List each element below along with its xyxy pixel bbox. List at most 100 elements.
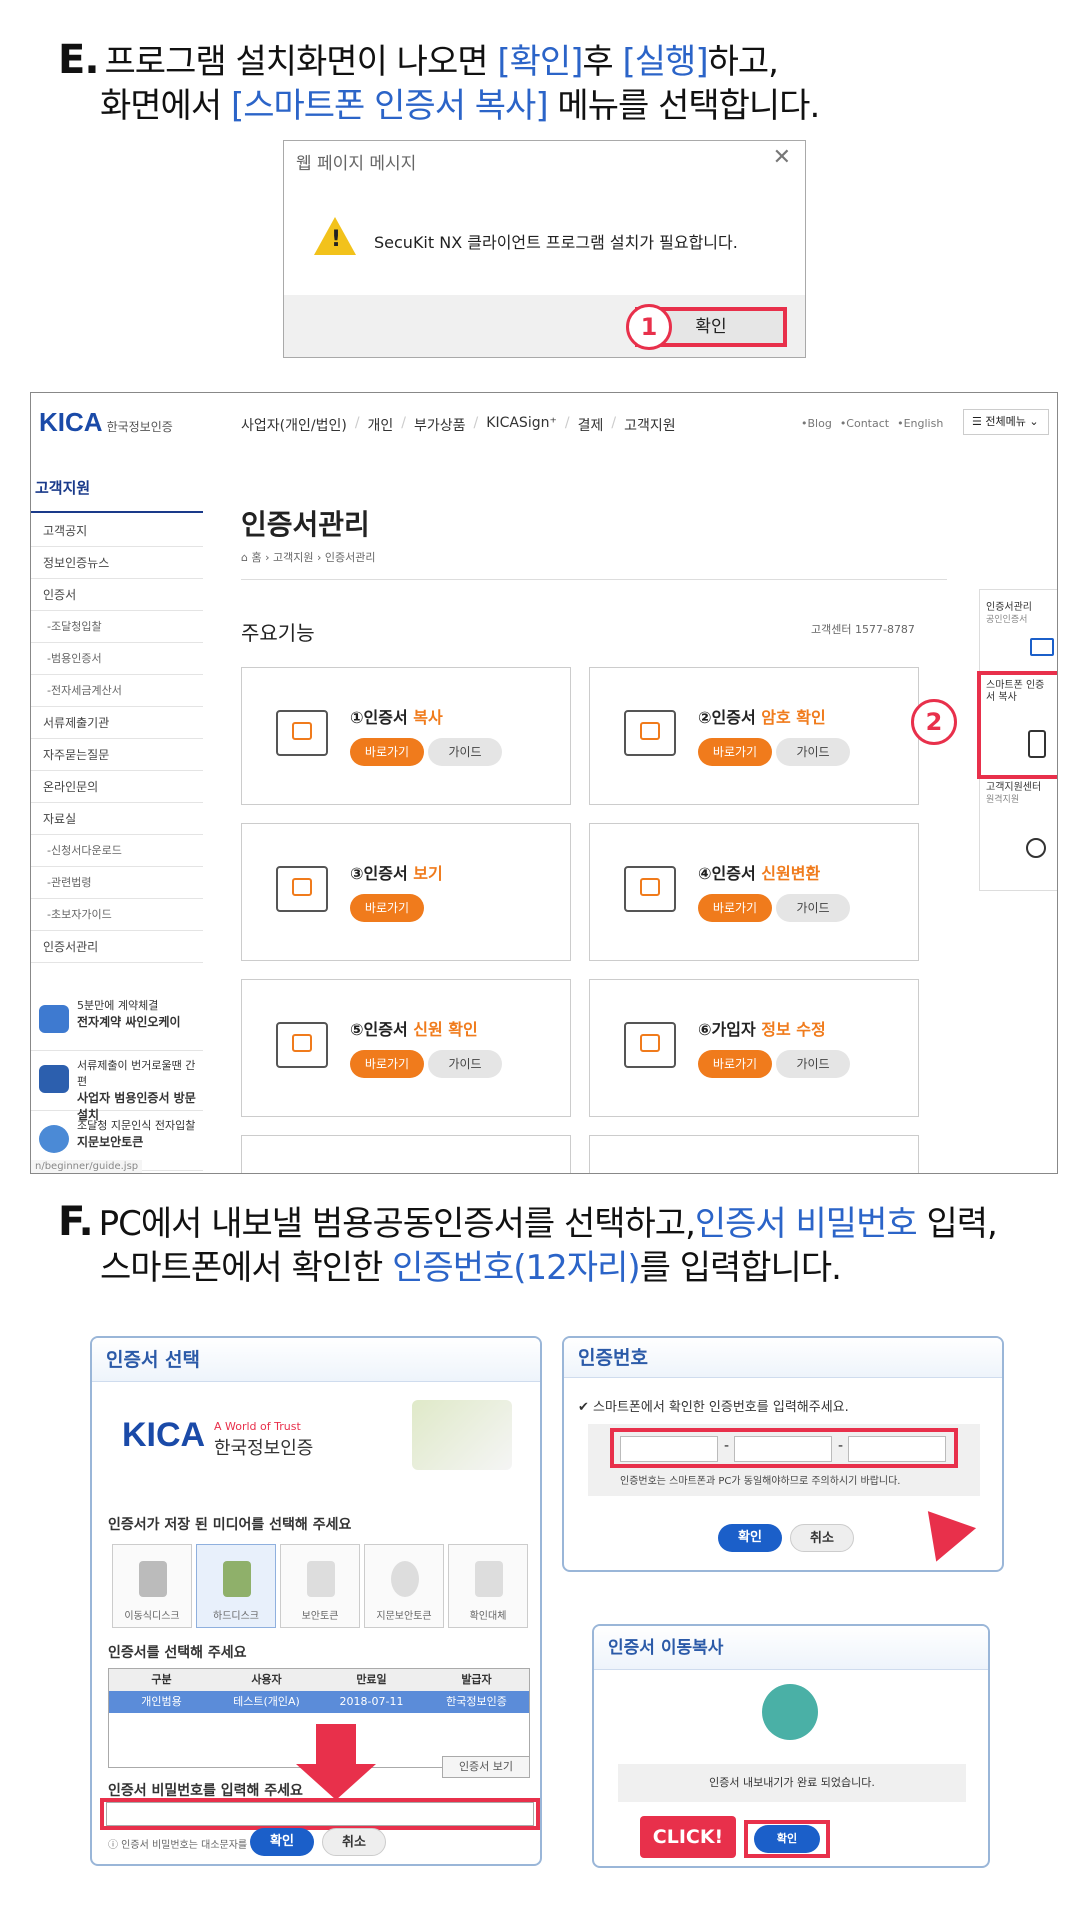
guide-button[interactable]: 가이드 xyxy=(776,1050,850,1078)
logo-subtitle: 한국정보인증 xyxy=(214,1438,314,1459)
table-header: 구분 사용자 만료일 발급자 xyxy=(109,1669,529,1691)
move-copy-title: 인증서 이동복사 xyxy=(594,1626,988,1670)
step-marker-1: 1 xyxy=(626,304,672,350)
sidebar-item[interactable]: -범용인증서 xyxy=(31,643,203,675)
all-menu-button[interactable]: ☰ 전체메뉴 ⌄ xyxy=(963,409,1049,435)
media-label-text: 이동식디스크 xyxy=(124,1611,180,1622)
sidebar-item[interactable]: -초보자가이드 xyxy=(31,899,203,931)
go-button[interactable]: 바로가기 xyxy=(350,1050,424,1078)
sidebar-item[interactable]: 서류제출기관 xyxy=(31,707,203,739)
card-title-text: ⑤인증서 xyxy=(350,1020,414,1039)
step-f-highlight: 인증번호(12자리) xyxy=(392,1248,640,1288)
move-copy-ok-button[interactable]: 확인 xyxy=(754,1825,820,1853)
table-row[interactable]: 개인범용 테스트(개인A) 2018-07-11 한국정보인증 xyxy=(109,1691,529,1713)
step-e-highlight: [스마트폰 인증서 복사] xyxy=(230,86,549,126)
guide-button[interactable]: 가이드 xyxy=(776,894,850,922)
step-f-heading: F. PC에서 내보낼 범용공동인증서를 선택하고,인증서 비밀번호 입력, 스마… xyxy=(58,1200,998,1290)
view-cert-button[interactable]: 인증서 보기 xyxy=(442,1756,530,1778)
support-person-icon xyxy=(1026,838,1046,858)
certificate-illustration xyxy=(412,1400,512,1470)
card-cert-copy: ①인증서 복사 바로가기 가이드 xyxy=(241,667,571,805)
go-button[interactable]: 바로가기 xyxy=(350,894,424,922)
user-edit-icon xyxy=(624,1022,676,1068)
arrow-down-icon xyxy=(296,1764,376,1800)
guide-button[interactable]: 가이드 xyxy=(428,738,502,766)
password-label: 인증서 비밀번호를 입력해 주세요 xyxy=(108,1783,303,1799)
quick-sub: 공인인증서 xyxy=(986,615,1028,625)
guide-button[interactable]: 가이드 xyxy=(428,1050,502,1078)
promo-econtract[interactable]: 5분만에 계약체결 전자계약 싸인오케이 xyxy=(31,991,203,1051)
go-button[interactable]: 바로가기 xyxy=(698,738,772,766)
sidebar-item[interactable]: 온라인문의 xyxy=(31,771,203,803)
nav-kicasign[interactable]: KICASign⁺ xyxy=(486,415,557,435)
sidebar-item[interactable]: 인증서관리 xyxy=(31,931,203,963)
go-button[interactable]: 바로가기 xyxy=(350,738,424,766)
arrow-shaft xyxy=(316,1724,356,1764)
card-partial xyxy=(241,1135,571,1173)
nav-support[interactable]: 고객지원 xyxy=(624,415,676,435)
document-check-icon xyxy=(762,1684,818,1740)
media-alternative[interactable]: 확인대체 xyxy=(448,1544,528,1628)
sidebar-item[interactable]: -조달청입찰 xyxy=(31,611,203,643)
quick-sub: 원격지원 xyxy=(986,795,1020,805)
media-security-token[interactable]: 보안토큰 xyxy=(280,1544,360,1628)
nav-addons[interactable]: 부가상품 xyxy=(414,415,466,435)
sidebar-item[interactable]: 자주묻는질문 xyxy=(31,739,203,771)
kica-logo[interactable]: KICA 한국정보인증 xyxy=(39,407,173,438)
guide-button[interactable]: 가이드 xyxy=(776,738,850,766)
english-link[interactable]: •English xyxy=(897,417,943,430)
sidebar-item[interactable]: -전자세금계산서 xyxy=(31,675,203,707)
sidebar-item[interactable]: -관련법령 xyxy=(31,867,203,899)
column-header: 사용자 xyxy=(251,1673,282,1686)
cert-cancel-button[interactable]: 취소 xyxy=(322,1828,386,1856)
column-header: 만료일 xyxy=(356,1673,387,1686)
sidebar-item[interactable]: 고객공지 xyxy=(31,515,203,547)
media-label: 인증서가 저장 된 미디어를 선택해 주세요 xyxy=(108,1517,352,1533)
cert-list-label: 인증서를 선택해 주세요 xyxy=(108,1645,247,1661)
media-label-text: 확인대체 xyxy=(469,1611,507,1622)
person-icon xyxy=(39,1065,69,1093)
card-title: ⑥가입자 정보 수정 xyxy=(698,1016,826,1040)
card-title-text: ①인증서 xyxy=(350,708,414,727)
promo-visit-install[interactable]: 서류제출이 번거로울땐 간편 사업자 범용인증서 방문설치 xyxy=(31,1051,203,1122)
nav-payment[interactable]: 결제 xyxy=(578,415,604,435)
highlight-box xyxy=(977,671,1057,779)
step-e-text: 프로그램 설치화면이 나오면 xyxy=(104,42,498,82)
contract-icon xyxy=(39,1005,69,1033)
users-swap-icon xyxy=(624,866,676,912)
media-label-text: 지문보안토큰 xyxy=(376,1611,432,1622)
sidebar-item[interactable]: 정보인증뉴스 xyxy=(31,547,203,579)
sidebar-item[interactable]: -신청서다운로드 xyxy=(31,835,203,867)
monitor-copy-icon xyxy=(276,710,328,756)
media-fingerprint-token[interactable]: 지문보안토큰 xyxy=(364,1544,444,1628)
nav-business[interactable]: 사업자(개인/법인) xyxy=(241,415,347,435)
page-title: 인증서관리 xyxy=(241,508,370,541)
cell-expiry: 2018-07-11 xyxy=(339,1695,404,1708)
auth-ok-button[interactable]: 확인 xyxy=(718,1524,782,1552)
card-title: ③인증서 보기 xyxy=(350,860,443,884)
quick-cert-manage[interactable]: 인증서관리 공인인증서 xyxy=(986,602,1032,626)
quick-support-center[interactable]: 고객지원센터 원격지원 xyxy=(986,782,1041,806)
nav-separator: / xyxy=(611,415,617,431)
go-button[interactable]: 바로가기 xyxy=(698,1050,772,1078)
go-button[interactable]: 바로가기 xyxy=(698,894,772,922)
cert-ok-button[interactable]: 확인 xyxy=(250,1828,314,1856)
promo-title: 지문보안토큰 xyxy=(77,1135,144,1149)
media-hard-disk[interactable]: 하드디스크 xyxy=(196,1544,276,1628)
media-removable-disk[interactable]: 이동식디스크 xyxy=(112,1544,192,1628)
blog-link[interactable]: •Blog xyxy=(801,417,832,430)
sidebar-item[interactable]: 인증서 xyxy=(31,579,203,611)
column-header: 발급자 xyxy=(461,1673,492,1686)
sidebar-item[interactable]: 자료실 xyxy=(31,803,203,835)
hard-disk-icon xyxy=(223,1561,251,1597)
auth-cancel-button[interactable]: 취소 xyxy=(790,1524,854,1552)
cell-type: 개인범용 xyxy=(141,1695,182,1708)
card-cert-view: ③인증서 보기 바로가기 xyxy=(241,823,571,961)
card-title-highlight: 신원변환 xyxy=(761,864,821,883)
close-icon[interactable]: ✕ xyxy=(773,145,791,170)
lock-monitor-icon xyxy=(624,710,676,756)
contact-link[interactable]: •Contact xyxy=(840,417,889,430)
lock-search-icon xyxy=(276,866,328,912)
card-title: ②인증서 암호 확인 xyxy=(698,704,826,728)
nav-personal[interactable]: 개인 xyxy=(368,415,394,435)
